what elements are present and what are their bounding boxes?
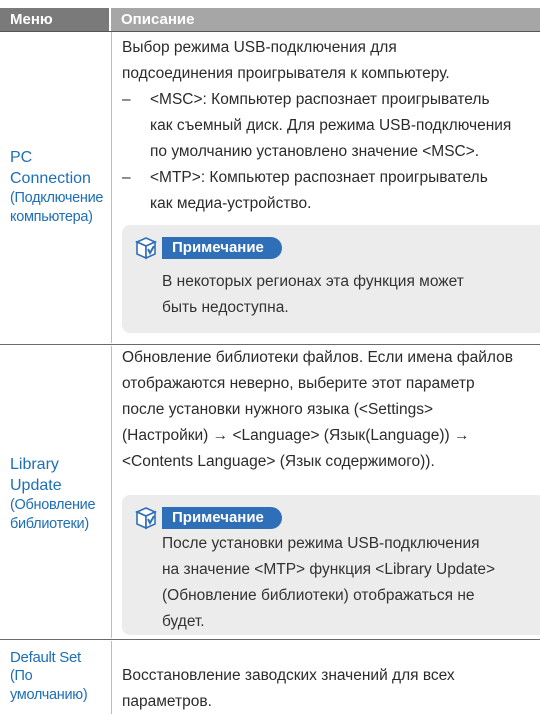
note-line: После установки режима USB-подключения <box>162 535 480 552</box>
bullet-dash: – <box>122 169 131 186</box>
manual-page: Меню Описание PC Connection (Подключение… <box>0 0 540 714</box>
table-header: Меню Описание <box>0 8 540 31</box>
menu-subtitle-line: (Обновление <box>10 497 96 513</box>
menu-library-update: Library Update (Обновление библиотеки) <box>10 454 110 534</box>
menu-title-line: PC <box>10 149 33 166</box>
menu-subtitle-line: компьютера) <box>10 209 93 225</box>
note-header: Примечание <box>134 505 282 531</box>
header-description: Описание <box>111 8 540 31</box>
note-box: Примечание В некоторых регионах эта функ… <box>122 225 540 333</box>
note-label: Примечание <box>162 237 282 259</box>
desc-line: после установки нужного языка (<Settings… <box>122 401 433 418</box>
bullet-mtp: – <MTP>: Компьютер распознает проигрыват… <box>122 165 532 217</box>
note-box: Примечание После установки режима USB-по… <box>122 495 540 635</box>
description-pc-connection: Выбор режима USB-подключения для подсоед… <box>122 35 532 217</box>
menu-title-line: Connection <box>10 170 91 187</box>
bullet-msc: – <MSC>: Компьютер распознает проигрыват… <box>122 87 532 165</box>
menu-subtitle-line: (Подключение <box>10 190 104 206</box>
column-divider <box>111 32 112 343</box>
bullet-line: как съемный диск. Для режима USB-подключ… <box>150 117 512 134</box>
desc-line: отображаются неверно, выберите этот пара… <box>122 375 475 392</box>
desc-line: подсоединения проигрывателя к компьютеру… <box>122 65 450 82</box>
bullet-line: как медиа-устройство. <box>150 195 312 212</box>
menu-title-line: Library <box>10 456 59 473</box>
note-icon <box>134 236 158 260</box>
note-text: После установки режима USB-подключения н… <box>162 531 522 635</box>
description-library-update: Обновление библиотеки файлов. Если имена… <box>122 345 532 475</box>
note-icon <box>134 506 158 530</box>
desc-line: Обновление библиотеки файлов. Если имена… <box>122 349 513 366</box>
column-divider <box>111 346 112 638</box>
header-divider <box>0 31 540 32</box>
row-divider <box>0 639 540 640</box>
menu-title-line: Update <box>10 477 62 494</box>
menu-subtitle-line: умолчанию) <box>10 687 88 703</box>
note-text: В некоторых регионах эта функция может б… <box>162 269 522 321</box>
column-divider <box>111 641 112 714</box>
note-line: будет. <box>162 613 205 630</box>
menu-pc-connection: PC Connection (Подключение компьютера) <box>10 147 110 227</box>
desc-line: Выбор режима USB-подключения для <box>122 39 397 56</box>
note-label: Примечание <box>162 507 282 529</box>
description-default-set: Восстановление заводских значений для вс… <box>122 663 532 715</box>
note-line: В некоторых регионах эта функция может <box>162 273 464 290</box>
menu-default-set: Default Set (По умолчанию) <box>10 648 110 705</box>
menu-title-line: Default Set <box>10 649 81 666</box>
bullet-line: <MSC>: Компьютер распознает проигрывател… <box>150 91 490 108</box>
desc-line: <Contents Language> (Язык содержимого)). <box>122 453 435 470</box>
header-menu: Меню <box>0 8 109 31</box>
note-header: Примечание <box>134 235 282 261</box>
desc-line: параметров. <box>122 693 212 710</box>
bullet-line: по умолчанию установлено значение <MSC>. <box>150 143 480 160</box>
menu-subtitle-line: библиотеки) <box>10 516 89 532</box>
note-line: на значение <MTP> функция <Library Updat… <box>162 561 496 578</box>
bullet-dash: – <box>122 91 131 108</box>
note-line: (Обновление библиотеки) отображаться не <box>162 587 475 604</box>
menu-subtitle-line: (По <box>10 668 33 684</box>
bullet-line: <MTP>: Компьютер распознает проигрывател… <box>150 169 488 186</box>
desc-line: (Настройки) → <Language> (Язык(Language)… <box>122 427 470 444</box>
note-line: быть недоступна. <box>162 299 289 316</box>
desc-line: Восстановление заводских значений для вс… <box>122 667 455 684</box>
